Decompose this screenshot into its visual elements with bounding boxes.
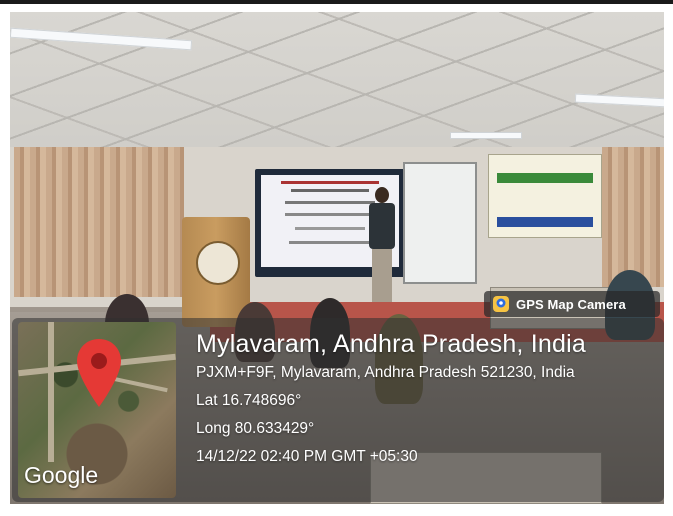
date-time: 14/12/22 02:40 PM GMT +05:30: [196, 448, 418, 465]
whiteboard: [403, 162, 477, 284]
ceiling-light: [450, 132, 522, 139]
top-border: [0, 0, 673, 4]
gps-map-camera-badge: GPS Map Camera: [484, 291, 660, 317]
place-name: Mylavaram, Andhra Pradesh, India: [196, 330, 586, 358]
map-pin-icon: [77, 339, 121, 407]
google-attribution: Google: [24, 462, 99, 488]
gps-badge-label: GPS Map Camera: [516, 296, 626, 312]
longitude: Long 80.633429°: [196, 420, 315, 437]
curtain-right: [602, 147, 664, 287]
address: PJXM+F9F, Mylavaram, Andhra Pradesh 5212…: [196, 364, 575, 381]
curtain-left: [14, 147, 184, 297]
camera-pin-icon: [492, 295, 510, 313]
club-banner: [488, 154, 602, 238]
photo-frame: GPS Map Camera Google Mylavaram, Andhra …: [0, 0, 673, 516]
latitude: Lat 16.748696°: [196, 392, 302, 409]
presenter: [365, 187, 399, 307]
